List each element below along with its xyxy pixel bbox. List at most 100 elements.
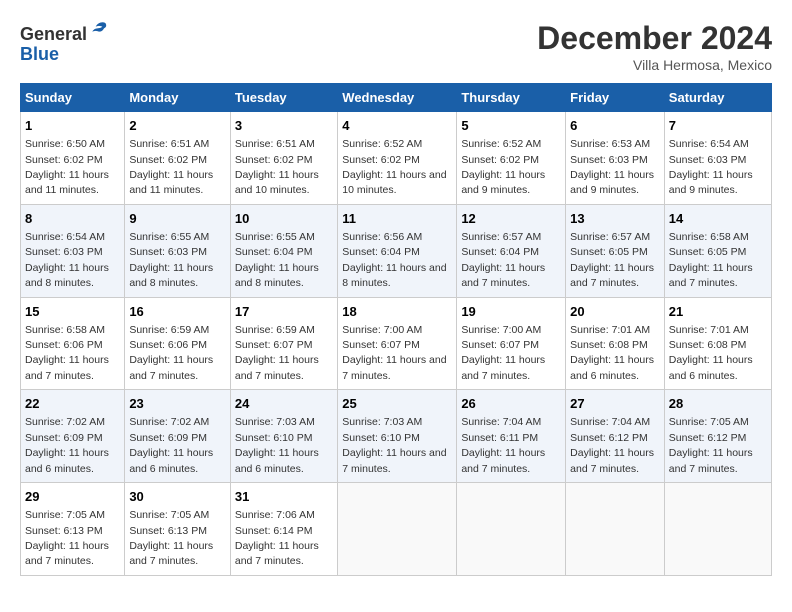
col-thursday: Thursday	[457, 84, 566, 112]
day-info: Sunrise: 7:00 AMSunset: 6:07 PMDaylight:…	[342, 324, 446, 382]
day-info: Sunrise: 6:56 AMSunset: 6:04 PMDaylight:…	[342, 231, 446, 289]
day-number: 26	[461, 395, 561, 413]
table-cell: 7Sunrise: 6:54 AMSunset: 6:03 PMDaylight…	[664, 112, 771, 205]
day-number: 6	[570, 117, 660, 135]
day-info: Sunrise: 6:53 AMSunset: 6:03 PMDaylight:…	[570, 138, 654, 196]
table-cell: 8 Sunrise: 6:54 AMSunset: 6:03 PMDaylight…	[21, 204, 125, 297]
day-info: Sunrise: 6:52 AMSunset: 6:02 PMDaylight:…	[461, 138, 545, 196]
col-saturday: Saturday	[664, 84, 771, 112]
day-info: Sunrise: 6:54 AMSunset: 6:03 PMDaylight:…	[25, 231, 109, 289]
calendar-row: 15 Sunrise: 6:58 AMSunset: 6:06 PMDayligh…	[21, 297, 772, 390]
day-number: 27	[570, 395, 660, 413]
page-header: General Blue December 2024 Villa Hermosa…	[20, 20, 772, 73]
day-number: 16	[129, 303, 226, 321]
day-info: Sunrise: 7:00 AMSunset: 6:07 PMDaylight:…	[461, 324, 545, 382]
table-cell: 28 Sunrise: 7:05 AMSunset: 6:12 PMDayligh…	[664, 390, 771, 483]
logo-blue: Blue	[20, 44, 59, 64]
day-number: 17	[235, 303, 333, 321]
day-info: Sunrise: 6:57 AMSunset: 6:04 PMDaylight:…	[461, 231, 545, 289]
table-cell: 23 Sunrise: 7:02 AMSunset: 6:09 PMDayligh…	[125, 390, 231, 483]
day-number: 9	[129, 210, 226, 228]
table-cell: 15 Sunrise: 6:58 AMSunset: 6:06 PMDayligh…	[21, 297, 125, 390]
table-cell: 13 Sunrise: 6:57 AMSunset: 6:05 PMDayligh…	[566, 204, 665, 297]
day-number: 29	[25, 488, 120, 506]
day-info: Sunrise: 7:05 AMSunset: 6:13 PMDaylight:…	[129, 509, 213, 567]
logo-bird-icon	[89, 20, 109, 40]
table-cell: 10 Sunrise: 6:55 AMSunset: 6:04 PMDayligh…	[230, 204, 337, 297]
day-number: 18	[342, 303, 452, 321]
table-cell: 9Sunrise: 6:55 AMSunset: 6:03 PMDaylight…	[125, 204, 231, 297]
day-number: 19	[461, 303, 561, 321]
day-number: 5	[461, 117, 561, 135]
day-info: Sunrise: 7:05 AMSunset: 6:13 PMDaylight:…	[25, 509, 109, 567]
day-info: Sunrise: 6:58 AMSunset: 6:06 PMDaylight:…	[25, 324, 109, 382]
title-block: December 2024 Villa Hermosa, Mexico	[537, 20, 772, 73]
day-info: Sunrise: 6:50 AMSunset: 6:02 PMDaylight:…	[25, 138, 109, 196]
table-cell: 27 Sunrise: 7:04 AMSunset: 6:12 PMDayligh…	[566, 390, 665, 483]
day-number: 21	[669, 303, 767, 321]
table-cell: 31 Sunrise: 7:06 AMSunset: 6:14 PMDayligh…	[230, 483, 337, 576]
day-info: Sunrise: 6:51 AMSunset: 6:02 PMDaylight:…	[235, 138, 319, 196]
table-cell: 12Sunrise: 6:57 AMSunset: 6:04 PMDayligh…	[457, 204, 566, 297]
table-cell	[566, 483, 665, 576]
table-cell: 19 Sunrise: 7:00 AMSunset: 6:07 PMDayligh…	[457, 297, 566, 390]
col-sunday: Sunday	[21, 84, 125, 112]
day-number: 10	[235, 210, 333, 228]
day-info: Sunrise: 6:52 AMSunset: 6:02 PMDaylight:…	[342, 138, 446, 196]
day-number: 22	[25, 395, 120, 413]
table-cell: 16Sunrise: 6:59 AMSunset: 6:06 PMDayligh…	[125, 297, 231, 390]
day-number: 2	[129, 117, 226, 135]
month-title: December 2024	[537, 20, 772, 57]
table-cell: 1 Sunrise: 6:50 AMSunset: 6:02 PMDaylight…	[21, 112, 125, 205]
day-number: 11	[342, 210, 452, 228]
day-number: 31	[235, 488, 333, 506]
table-cell: 4 Sunrise: 6:52 AMSunset: 6:02 PMDaylight…	[338, 112, 457, 205]
table-cell: 21Sunrise: 7:01 AMSunset: 6:08 PMDayligh…	[664, 297, 771, 390]
calendar-row: 1 Sunrise: 6:50 AMSunset: 6:02 PMDaylight…	[21, 112, 772, 205]
day-info: Sunrise: 7:03 AMSunset: 6:10 PMDaylight:…	[342, 416, 446, 474]
table-cell: 29 Sunrise: 7:05 AMSunset: 6:13 PMDayligh…	[21, 483, 125, 576]
table-cell	[338, 483, 457, 576]
table-cell: 2 Sunrise: 6:51 AMSunset: 6:02 PMDaylight…	[125, 112, 231, 205]
day-info: Sunrise: 7:04 AMSunset: 6:12 PMDaylight:…	[570, 416, 654, 474]
table-cell: 25Sunrise: 7:03 AMSunset: 6:10 PMDayligh…	[338, 390, 457, 483]
table-cell: 18 Sunrise: 7:00 AMSunset: 6:07 PMDayligh…	[338, 297, 457, 390]
day-info: Sunrise: 7:02 AMSunset: 6:09 PMDaylight:…	[129, 416, 213, 474]
logo-general: General	[20, 24, 87, 44]
day-number: 24	[235, 395, 333, 413]
calendar-row: 8 Sunrise: 6:54 AMSunset: 6:03 PMDaylight…	[21, 204, 772, 297]
day-number: 28	[669, 395, 767, 413]
table-cell: 20 Sunrise: 7:01 AMSunset: 6:08 PMDayligh…	[566, 297, 665, 390]
col-tuesday: Tuesday	[230, 84, 337, 112]
day-info: Sunrise: 6:57 AMSunset: 6:05 PMDaylight:…	[570, 231, 654, 289]
table-cell: 26Sunrise: 7:04 AMSunset: 6:11 PMDayligh…	[457, 390, 566, 483]
logo: General Blue	[20, 20, 109, 65]
day-number: 14	[669, 210, 767, 228]
day-number: 30	[129, 488, 226, 506]
day-number: 13	[570, 210, 660, 228]
calendar-header-row: Sunday Monday Tuesday Wednesday Thursday…	[21, 84, 772, 112]
calendar-body: 1 Sunrise: 6:50 AMSunset: 6:02 PMDaylight…	[21, 112, 772, 576]
table-cell: 24Sunrise: 7:03 AMSunset: 6:10 PMDayligh…	[230, 390, 337, 483]
day-number: 1	[25, 117, 120, 135]
day-number: 15	[25, 303, 120, 321]
table-cell: 30 Sunrise: 7:05 AMSunset: 6:13 PMDayligh…	[125, 483, 231, 576]
day-info: Sunrise: 7:05 AMSunset: 6:12 PMDaylight:…	[669, 416, 753, 474]
day-number: 23	[129, 395, 226, 413]
day-number: 3	[235, 117, 333, 135]
day-number: 20	[570, 303, 660, 321]
day-number: 7	[669, 117, 767, 135]
day-number: 4	[342, 117, 452, 135]
table-cell: 22Sunrise: 7:02 AMSunset: 6:09 PMDayligh…	[21, 390, 125, 483]
day-number: 8	[25, 210, 120, 228]
table-cell: 14 Sunrise: 6:58 AMSunset: 6:05 PMDayligh…	[664, 204, 771, 297]
col-monday: Monday	[125, 84, 231, 112]
col-friday: Friday	[566, 84, 665, 112]
day-info: Sunrise: 6:59 AMSunset: 6:07 PMDaylight:…	[235, 324, 319, 382]
day-info: Sunrise: 7:01 AMSunset: 6:08 PMDaylight:…	[570, 324, 654, 382]
calendar-row: 29 Sunrise: 7:05 AMSunset: 6:13 PMDayligh…	[21, 483, 772, 576]
day-info: Sunrise: 6:58 AMSunset: 6:05 PMDaylight:…	[669, 231, 753, 289]
day-info: Sunrise: 6:55 AMSunset: 6:04 PMDaylight:…	[235, 231, 319, 289]
day-info: Sunrise: 6:51 AMSunset: 6:02 PMDaylight:…	[129, 138, 213, 196]
day-info: Sunrise: 7:06 AMSunset: 6:14 PMDaylight:…	[235, 509, 319, 567]
